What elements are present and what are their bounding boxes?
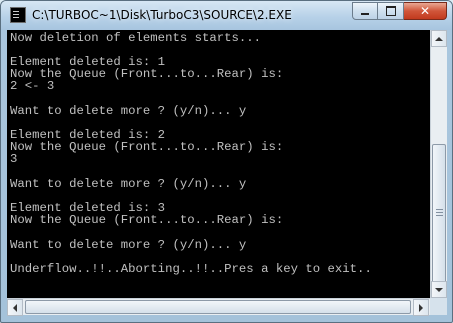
caption-buttons: ✕: [352, 2, 447, 21]
console-line: 3: [10, 153, 18, 166]
scroll-up-button[interactable]: [431, 30, 447, 47]
maximize-icon: [385, 6, 396, 16]
vertical-scroll-thumb[interactable]: [432, 144, 446, 284]
scroll-down-button[interactable]: [431, 281, 447, 298]
horizontal-scroll-thumb[interactable]: [25, 300, 411, 314]
arrow-down-icon: [435, 287, 443, 292]
grip-line: [436, 215, 443, 216]
console-line: Now deletion of elements starts...: [10, 32, 262, 45]
console-window: C:\TURBOC~1\Disk\TurboC3\SOURCE\2.EXE ✕ …: [0, 0, 453, 323]
arrow-right-icon: [419, 303, 423, 312]
minimize-icon: [361, 13, 369, 15]
title-bar[interactable]: C:\TURBOC~1\Disk\TurboC3\SOURCE\2.EXE ✕: [1, 1, 452, 30]
scroll-left-button[interactable]: [7, 299, 23, 316]
console-line: Now the Queue (Front...to...Rear) is:: [10, 214, 284, 227]
console-line: Underflow..!!..Aborting..!!..Pres a key …: [10, 263, 372, 276]
close-icon: ✕: [419, 4, 431, 18]
console-line: Want to delete more ? (y/n)... y: [10, 178, 247, 191]
console-output[interactable]: Now deletion of elements starts... Eleme…: [7, 30, 430, 298]
vertical-scrollbar[interactable]: [430, 30, 447, 298]
close-button[interactable]: ✕: [404, 2, 447, 20]
minimize-button[interactable]: [352, 2, 378, 20]
grip-line: [436, 212, 443, 213]
arrow-left-icon: [13, 303, 17, 312]
grip-line: [436, 209, 443, 210]
console-line: Want to delete more ? (y/n)... y: [10, 239, 247, 252]
arrow-up-icon: [435, 36, 443, 41]
console-app-icon[interactable]: [10, 7, 26, 23]
window-title: C:\TURBOC~1\Disk\TurboC3\SOURCE\2.EXE: [32, 8, 292, 22]
resize-grip[interactable]: [430, 298, 447, 315]
console-line: Now the Queue (Front...to...Rear) is:: [10, 141, 284, 154]
maximize-button[interactable]: [378, 2, 404, 20]
horizontal-scrollbar[interactable]: [7, 298, 430, 316]
scroll-right-button[interactable]: [413, 299, 429, 316]
console-line: Want to delete more ? (y/n)... y: [10, 105, 247, 118]
console-line: 2 <- 3: [10, 80, 55, 93]
